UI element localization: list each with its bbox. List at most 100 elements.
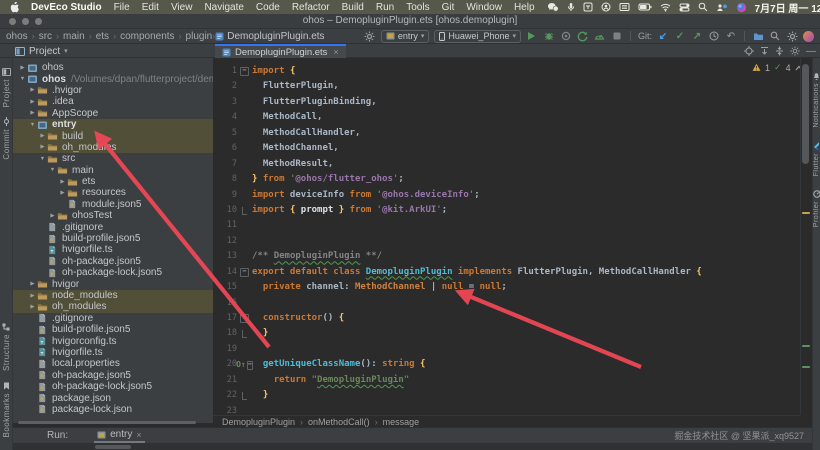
tool-window-profiler[interactable]: Profiler xyxy=(813,190,820,227)
run-button[interactable] xyxy=(526,31,538,42)
menubar-clock[interactable]: 7月7日 周一 12:41 xyxy=(755,0,820,15)
tool-window-project[interactable]: Project xyxy=(2,68,11,107)
breadcrumb-item-ets[interactable]: ets xyxy=(96,31,109,42)
menu-edit[interactable]: Edit xyxy=(142,2,159,13)
tm-status-icon[interactable] xyxy=(583,2,593,13)
menu-run[interactable]: Run xyxy=(376,2,394,13)
wifi-status-icon[interactable] xyxy=(660,2,671,13)
git-push-button[interactable]: ↗ xyxy=(691,31,703,42)
chevron-down-icon[interactable]: ▼ xyxy=(48,167,57,173)
ok-stripe-mark[interactable] xyxy=(802,345,810,347)
run-tab-entry[interactable]: entry × xyxy=(94,428,145,443)
chevron-right-icon[interactable]: ▶ xyxy=(38,133,47,139)
mic-status-icon[interactable] xyxy=(567,2,575,13)
breadcrumb-class[interactable]: DemopluginPlugin xyxy=(222,417,295,427)
tree-item-ohos[interactable]: ▶ohos xyxy=(13,62,213,73)
breadcrumb-file[interactable]: DemopluginPlugin.ets xyxy=(215,31,324,42)
coverage-button[interactable] xyxy=(560,31,572,42)
tool-window-notifications[interactable]: Notifications xyxy=(813,72,820,128)
menu-help[interactable]: Help xyxy=(514,2,535,13)
fast-user-switch-status-icon[interactable] xyxy=(716,2,728,13)
tree-item-module.json5[interactable]: module.json5 xyxy=(13,199,213,210)
git-commit-button[interactable]: ✓ xyxy=(674,31,686,42)
override-gutter-icon[interactable]: O↑ xyxy=(236,357,246,372)
wechat-status-icon[interactable] xyxy=(547,2,559,13)
tree-item-package-lock.json[interactable]: package-lock.json xyxy=(13,404,213,415)
menu-window[interactable]: Window xyxy=(466,2,502,13)
breadcrumb-param[interactable]: message xyxy=(383,417,420,427)
tree-item-build-profile.json5[interactable]: build-profile.json5 xyxy=(13,233,213,244)
chevron-right-icon[interactable]: ▶ xyxy=(58,179,67,185)
profiler-button[interactable] xyxy=(594,31,606,42)
chevron-right-icon[interactable]: ▶ xyxy=(28,110,37,116)
console-tab-stub[interactable] xyxy=(95,445,131,449)
search-everywhere-icon[interactable] xyxy=(769,31,781,42)
siri-status-icon[interactable] xyxy=(736,2,747,13)
tree-item-.gitignore[interactable]: .gitignore xyxy=(13,313,213,324)
tree-item-main[interactable]: ▼main xyxy=(13,165,213,176)
chevron-down-icon[interactable]: ▼ xyxy=(18,76,27,82)
warning-stripe-mark[interactable] xyxy=(802,212,810,214)
git-update-button[interactable]: ↙ xyxy=(657,31,669,42)
tool-window-structure[interactable]: Structure xyxy=(2,323,11,371)
tool-window-bookmarks[interactable]: Bookmarks xyxy=(2,382,11,438)
breadcrumb-item-main[interactable]: main xyxy=(63,31,85,42)
app-name[interactable]: DevEco Studio xyxy=(31,2,102,13)
tree-item-AppScope[interactable]: ▶AppScope xyxy=(13,108,213,119)
menu-view[interactable]: View xyxy=(171,2,193,13)
debug-button[interactable] xyxy=(543,31,555,42)
tree-item-hvigorfile.ts[interactable]: hvigorfile.ts xyxy=(13,347,213,358)
tree-item-resources[interactable]: ▶resources xyxy=(13,187,213,198)
chevron-down-icon[interactable]: ▼ xyxy=(28,122,37,128)
apple-logo-icon[interactable] xyxy=(10,2,19,13)
chevron-right-icon[interactable]: ▶ xyxy=(28,99,37,105)
chevron-right-icon[interactable]: ▶ xyxy=(28,281,37,287)
chevron-right-icon[interactable]: ▶ xyxy=(28,87,37,93)
tool-window-commit[interactable]: Commit xyxy=(2,117,11,160)
menu-code[interactable]: Code xyxy=(256,2,280,13)
breadcrumb-method[interactable]: onMethodCall() xyxy=(308,417,370,427)
editor-vertical-scrollbar[interactable] xyxy=(802,64,809,164)
fold-marker-icon[interactable]: − xyxy=(240,67,249,76)
restart-button[interactable] xyxy=(577,31,589,42)
tree-item-src[interactable]: ▼src xyxy=(13,153,213,164)
settings-sync-icon[interactable] xyxy=(364,31,376,42)
tree-item-hvigorconfig.ts[interactable]: hvigorconfig.ts xyxy=(13,335,213,346)
control-center-status-icon[interactable] xyxy=(679,2,690,13)
close-icon[interactable]: × xyxy=(333,47,338,57)
tree-item-hvigorfile.ts[interactable]: hvigorfile.ts xyxy=(13,244,213,255)
chevron-right-icon[interactable]: ▶ xyxy=(28,304,37,310)
menu-file[interactable]: File xyxy=(114,2,130,13)
hide-panel-icon[interactable]: — xyxy=(806,46,816,57)
search-status-icon[interactable] xyxy=(698,2,708,13)
tree-item-ets[interactable]: ▶ets xyxy=(13,176,213,187)
ok-stripe-mark[interactable] xyxy=(802,366,810,368)
menu-navigate[interactable]: Navigate xyxy=(204,2,243,13)
breadcrumb-item-components[interactable]: components xyxy=(120,31,174,42)
tree-item-oh-package-lock.json5[interactable]: oh-package-lock.json5 xyxy=(13,381,213,392)
tree-item-ohos[interactable]: ▼ohos/Volumes/dpan/flutterproject/demopl… xyxy=(13,73,213,84)
tree-item-.hvigor[interactable]: ▶.hvigor xyxy=(13,85,213,96)
breadcrumb-item-src[interactable]: src xyxy=(39,31,52,42)
tree-item-.idea[interactable]: ▶.idea xyxy=(13,96,213,107)
tree-item-node_modules[interactable]: ▶node_modules xyxy=(13,290,213,301)
menu-tools[interactable]: Tools xyxy=(406,2,429,13)
ide-settings-gear-icon[interactable] xyxy=(786,31,798,42)
tree-item-build-profile.json5[interactable]: build-profile.json5 xyxy=(13,324,213,335)
chevron-right-icon[interactable]: ▶ xyxy=(38,144,47,150)
tree-item-oh_modules[interactable]: ▶oh_modules xyxy=(13,142,213,153)
user-badge-status-icon[interactable] xyxy=(601,2,611,13)
menu-refactor[interactable]: Refactor xyxy=(292,2,330,13)
menu-git[interactable]: Git xyxy=(442,2,455,13)
tool-window-flutter[interactable]: Flutter xyxy=(813,142,820,176)
breadcrumb-item-plugin[interactable]: plugin xyxy=(186,31,213,42)
git-rollback-button[interactable]: ↶ xyxy=(725,31,737,42)
fold-marker-icon[interactable]: − xyxy=(240,314,249,323)
tree-horizontal-scrollbar[interactable] xyxy=(18,421,196,424)
tree-item-local.properties[interactable]: local.properties xyxy=(13,358,213,369)
device-file-browser-icon[interactable] xyxy=(752,31,764,42)
tree-item-oh_modules[interactable]: ▶oh_modules xyxy=(13,301,213,312)
chevron-right-icon[interactable]: ▶ xyxy=(48,213,57,219)
user-avatar[interactable] xyxy=(803,31,814,42)
breadcrumb-item-ohos[interactable]: ohos xyxy=(6,31,28,42)
